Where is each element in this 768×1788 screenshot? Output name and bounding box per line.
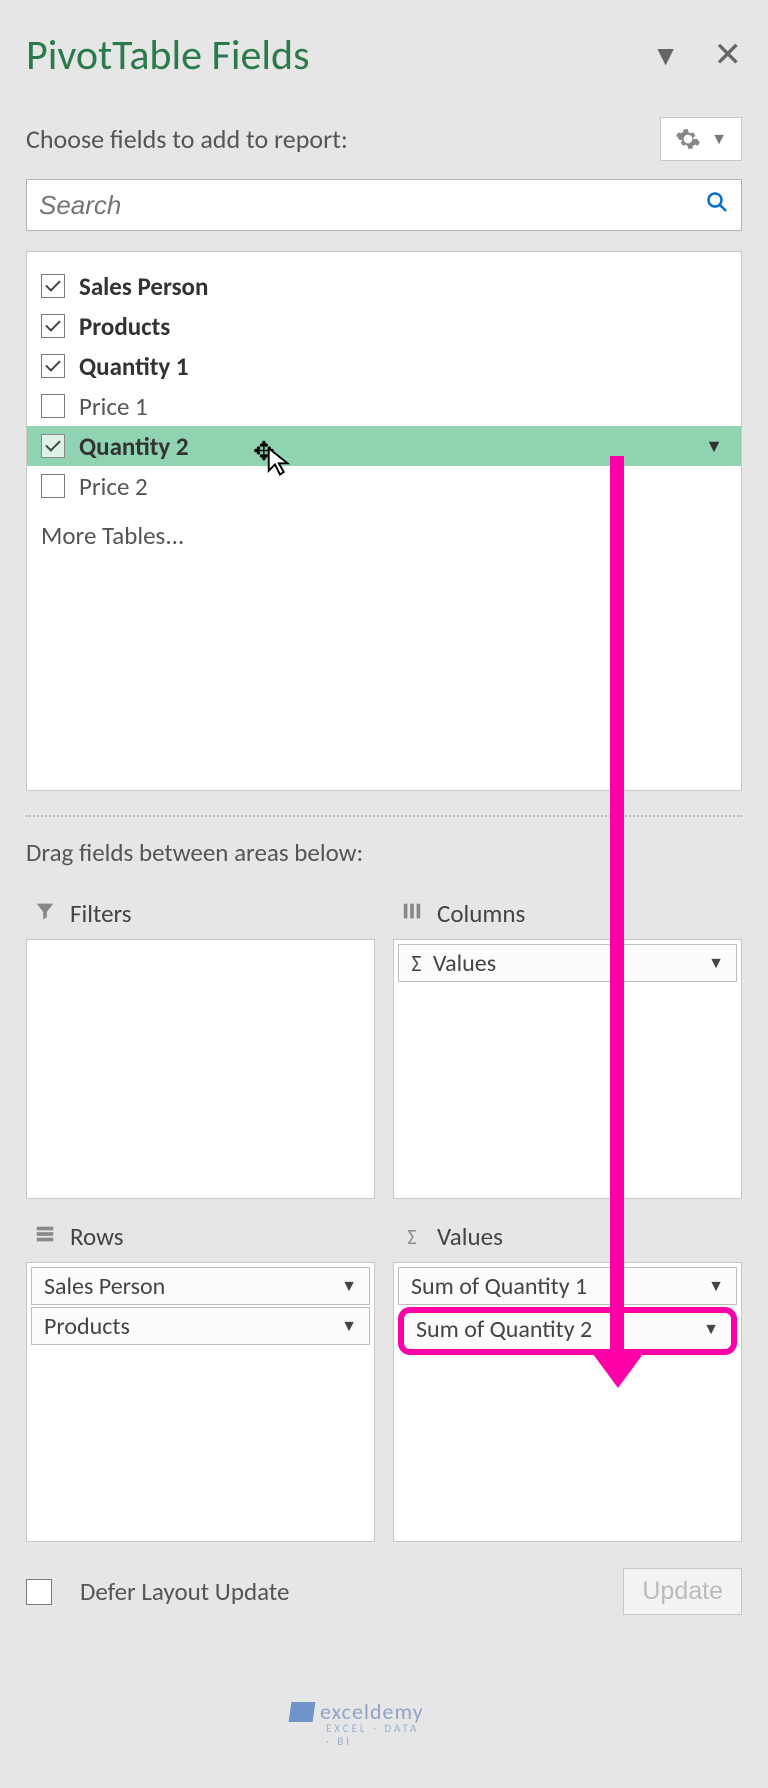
tools-button[interactable]: ▼ bbox=[660, 117, 742, 161]
chevron-down-icon[interactable]: ▼ bbox=[341, 1277, 357, 1296]
pill-label: Products bbox=[44, 1312, 130, 1341]
filters-title: Filters bbox=[70, 898, 132, 929]
search-input[interactable] bbox=[39, 190, 705, 221]
checkbox-icon[interactable] bbox=[41, 274, 65, 298]
rows-header: Rows bbox=[26, 1215, 375, 1262]
field-label: Price 1 bbox=[79, 391, 148, 422]
columns-dropzone[interactable]: Σ Values ▼ bbox=[393, 939, 742, 1199]
field-label: Quantity 2 bbox=[79, 431, 189, 462]
field-label: Quantity 1 bbox=[79, 351, 189, 382]
field-row-quantity-1[interactable]: Quantity 1 bbox=[27, 346, 741, 386]
watermark-icon bbox=[289, 1702, 316, 1722]
areas-grid: Filters Columns Σ Values ▼ Rows Sales bbox=[26, 892, 742, 1542]
defer-layout-label: Defer Layout Update bbox=[80, 1576, 289, 1607]
search-icon[interactable] bbox=[705, 190, 729, 221]
annotation-arrow-line bbox=[610, 456, 624, 1362]
filter-icon bbox=[32, 900, 58, 928]
header-controls: ▼ ✕ bbox=[652, 39, 742, 73]
checkbox-icon[interactable] bbox=[41, 394, 65, 418]
rows-title: Rows bbox=[70, 1221, 124, 1252]
field-row-quantity-2[interactable]: Quantity 2 ▼ bbox=[27, 426, 741, 466]
update-button: Update bbox=[623, 1568, 742, 1615]
rows-pill-products[interactable]: Products ▼ bbox=[31, 1307, 370, 1345]
columns-icon bbox=[399, 900, 425, 928]
sigma-icon: Σ bbox=[412, 949, 422, 978]
chevron-down-icon: ▼ bbox=[711, 130, 727, 149]
field-list[interactable]: Sales Person Products Quantity 1 Price 1… bbox=[26, 251, 742, 791]
rows-area[interactable]: Rows Sales Person ▼ Products ▼ bbox=[26, 1215, 375, 1542]
checkbox-icon[interactable] bbox=[41, 354, 65, 378]
pill-label: Sales Person bbox=[44, 1272, 165, 1301]
divider bbox=[26, 815, 742, 817]
checkbox-icon[interactable] bbox=[41, 474, 65, 498]
defer-layout-checkbox[interactable]: Defer Layout Update bbox=[26, 1576, 289, 1607]
pane-options-dropdown-icon[interactable]: ▼ bbox=[652, 42, 680, 70]
watermark-brand: exceldemy bbox=[320, 1698, 424, 1725]
field-row-price-2[interactable]: Price 2 bbox=[27, 466, 741, 506]
close-icon[interactable]: ✕ bbox=[714, 39, 743, 73]
columns-pill-values[interactable]: Σ Values ▼ bbox=[398, 944, 737, 982]
chevron-down-icon[interactable]: ▼ bbox=[705, 435, 723, 457]
pill-label: Sum of Quantity 1 bbox=[411, 1272, 587, 1301]
filters-area[interactable]: Filters bbox=[26, 892, 375, 1199]
sigma-icon: Σ bbox=[400, 1223, 423, 1250]
search-box[interactable] bbox=[26, 179, 742, 231]
chevron-down-icon[interactable]: ▼ bbox=[341, 1317, 357, 1336]
more-tables-link[interactable]: More Tables... bbox=[27, 506, 741, 565]
values-pill-sum-quantity-1[interactable]: Sum of Quantity 1 ▼ bbox=[398, 1267, 737, 1305]
values-dropzone[interactable]: Sum of Quantity 1 ▼ Sum of Quantity 2 ▼ bbox=[393, 1262, 742, 1542]
choose-row: Choose fields to add to report: ▼ bbox=[26, 117, 742, 161]
columns-header: Columns bbox=[393, 892, 742, 939]
values-area[interactable]: Σ Values Sum of Quantity 1 ▼ Sum of Quan… bbox=[393, 1215, 742, 1542]
rows-dropzone[interactable]: Sales Person ▼ Products ▼ bbox=[26, 1262, 375, 1542]
values-header: Σ Values bbox=[393, 1215, 742, 1262]
rows-icon bbox=[32, 1223, 58, 1251]
pill-label: Values bbox=[433, 949, 496, 978]
filters-dropzone[interactable] bbox=[26, 939, 375, 1199]
pane-header: PivotTable Fields ▼ ✕ bbox=[26, 30, 742, 81]
checkbox-icon[interactable] bbox=[26, 1579, 52, 1605]
chevron-down-icon[interactable]: ▼ bbox=[708, 954, 724, 973]
field-row-products[interactable]: Products bbox=[27, 306, 741, 346]
filters-header: Filters bbox=[26, 892, 375, 939]
checkbox-icon[interactable] bbox=[41, 434, 65, 458]
footer: Defer Layout Update Update bbox=[26, 1568, 742, 1615]
chevron-down-icon[interactable]: ▼ bbox=[708, 1277, 724, 1296]
field-label: Products bbox=[79, 311, 170, 342]
rows-pill-sales-person[interactable]: Sales Person ▼ bbox=[31, 1267, 370, 1305]
values-title: Values bbox=[437, 1221, 503, 1252]
field-row-sales-person[interactable]: Sales Person bbox=[27, 266, 741, 306]
gear-icon bbox=[675, 126, 701, 152]
columns-area[interactable]: Columns Σ Values ▼ bbox=[393, 892, 742, 1199]
columns-title: Columns bbox=[437, 898, 525, 929]
checkbox-icon[interactable] bbox=[41, 314, 65, 338]
values-pill-sum-quantity-2[interactable]: Sum of Quantity 2 ▼ bbox=[398, 1307, 737, 1355]
field-label: Price 2 bbox=[79, 471, 148, 502]
choose-fields-label: Choose fields to add to report: bbox=[26, 123, 348, 155]
pane-title: PivotTable Fields bbox=[26, 30, 310, 81]
watermark: exceldemy EXCEL · DATA · BI bbox=[290, 1698, 424, 1725]
annotation-arrow-head bbox=[590, 1350, 646, 1388]
drag-fields-label: Drag fields between areas below: bbox=[26, 837, 742, 868]
field-row-price-1[interactable]: Price 1 bbox=[27, 386, 741, 426]
chevron-down-icon[interactable]: ▼ bbox=[703, 1322, 719, 1338]
pill-label: Sum of Quantity 2 bbox=[416, 1318, 592, 1342]
watermark-sub: EXCEL · DATA · BI bbox=[326, 1722, 424, 1748]
field-label: Sales Person bbox=[79, 271, 208, 302]
